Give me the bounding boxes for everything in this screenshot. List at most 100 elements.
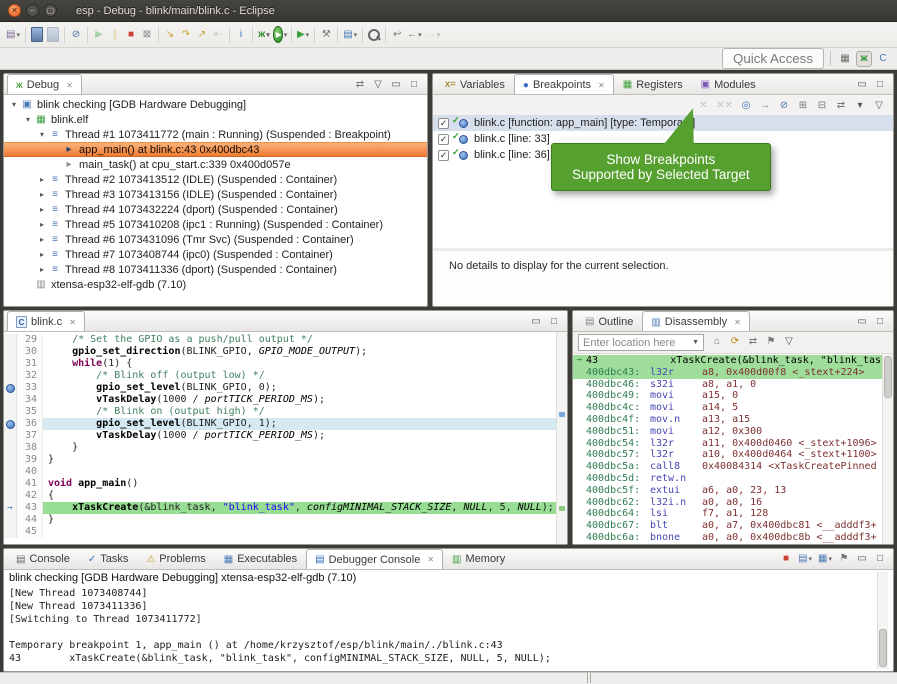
close-tab-icon[interactable]: ✕ <box>598 81 605 90</box>
line-number[interactable]: 38 <box>17 442 43 454</box>
console-body[interactable]: blink checking [GDB Hardware Debugging] … <box>4 570 893 671</box>
debug-tree-item[interactable]: ▥xtensa-esp32-elf-gdb (7.10) <box>4 277 427 292</box>
debug-tree-item[interactable]: ▾▦blink.elf <box>4 112 427 127</box>
link-with-editor-icon[interactable]: ⇄ <box>352 76 368 92</box>
overview-mark-breakpoint[interactable] <box>559 412 565 417</box>
disassembly-row[interactable]: 400dbc62:l32i.na0, a0, 16 <box>573 497 882 509</box>
instruction-pointer-icon[interactable]: → <box>4 502 17 514</box>
maximize-icon[interactable]: □ <box>872 551 888 567</box>
editor-line[interactable]: 32 /* Blink off (output low) */ <box>4 370 556 382</box>
go-to-file-icon[interactable]: → <box>757 97 773 113</box>
debug-icon[interactable]: ж▾ <box>256 27 272 43</box>
debug-tree-item[interactable]: ▸app_main() at blink.c:43 0x400dbc43 <box>4 142 427 157</box>
line-number[interactable]: 37 <box>17 430 43 442</box>
expand-icon[interactable]: ▸ <box>36 250 48 259</box>
editor-line[interactable]: 30 gpio_set_direction(BLINK_GPIO, GPIO_M… <box>4 346 556 358</box>
disconnect-icon[interactable]: ⊠ <box>139 27 155 43</box>
close-tab-icon[interactable]: ✕ <box>734 318 741 327</box>
dropdown-caret-icon[interactable]: ▾ <box>828 555 832 563</box>
tab-outline[interactable]: ▤Outline <box>576 311 642 331</box>
debug-tree-item[interactable]: ▸≡Thread #5 1073410208 (ipc1 : Running) … <box>4 217 427 232</box>
disassembly-row[interactable]: 400dbc51:movia12, 0x300 <box>573 426 882 438</box>
disassembly-row[interactable]: 400dbc64:lsif7, a1, 128 <box>573 508 882 520</box>
editor-line[interactable]: 33 gpio_set_level(BLINK_GPIO, 0); <box>4 382 556 394</box>
code-text[interactable]: /* Set the GPIO as a push/pull output */ <box>43 334 556 346</box>
tab-variables[interactable]: x=Variables <box>436 74 514 94</box>
tab-disassembly[interactable]: ▥Disassembly✕ <box>642 311 750 331</box>
editor-line[interactable]: 36 gpio_set_level(BLINK_GPIO, 1); <box>4 418 556 430</box>
editor-line[interactable]: 41void app_main() <box>4 478 556 490</box>
disassembly-row[interactable]: 400dbc49:movia15, 0 <box>573 390 882 402</box>
scroll-thumb[interactable] <box>879 629 887 667</box>
terminate-icon[interactable]: ■ <box>123 27 139 43</box>
view-menu-icon[interactable]: ▽ <box>781 334 797 350</box>
save-all-icon[interactable] <box>45 27 61 43</box>
overview-ruler[interactable] <box>556 332 567 544</box>
disassembly-row[interactable]: 400dbc6a:bnonea0, a0, 0x400dbc8b <__addd… <box>573 532 882 544</box>
collapse-all-icon[interactable]: ⊟ <box>814 97 830 113</box>
show-breakpoints-supported-icon[interactable]: ◎ <box>738 97 754 113</box>
line-number[interactable]: 45 <box>17 526 43 538</box>
instruction-stepping-icon[interactable]: i <box>233 27 249 43</box>
line-number[interactable]: 41 <box>17 478 43 490</box>
disassembly-row[interactable]: 400dbc67:blta0, a7, 0x400dbc81 <__adddf3… <box>573 520 882 532</box>
skip-all-breakpoints-icon[interactable]: ⊘ <box>68 27 84 43</box>
tab-executables[interactable]: ▦Executables <box>215 549 306 569</box>
editor-line[interactable]: 40 <box>4 466 556 478</box>
editor-body[interactable]: 29 /* Set the GPIO as a push/pull output… <box>4 332 567 544</box>
editor-line[interactable]: 38 } <box>4 442 556 454</box>
suspend-icon[interactable]: ∥ <box>107 27 123 43</box>
maximize-window-icon[interactable]: ▢ <box>44 4 57 17</box>
code-text[interactable]: } <box>43 454 556 466</box>
code-text[interactable] <box>43 526 556 538</box>
tab-console[interactable]: ▤Console <box>7 549 79 569</box>
collapse-icon[interactable]: ▾ <box>8 100 20 109</box>
tab-debug[interactable]: жDebug✕ <box>7 74 82 94</box>
tab-registers[interactable]: ▦Registers <box>614 74 692 94</box>
close-window-icon[interactable]: ✕ <box>8 4 21 17</box>
code-text[interactable]: vTaskDelay(1000 / portTICK_PERIOD_MS); <box>43 430 556 442</box>
cpp-perspective-icon[interactable]: C <box>875 51 891 67</box>
tab-debugger-console[interactable]: ▤Debugger Console✕ <box>306 549 443 569</box>
line-number[interactable]: 34 <box>17 394 43 406</box>
breakpoint-marker-icon[interactable] <box>4 382 17 394</box>
debug-tree-item[interactable]: ▸≡Thread #8 1073411336 (dport) (Suspende… <box>4 262 427 277</box>
disassembly-row[interactable]: 400dbc57:l32ra10, 0x400d0464 <_stext+110… <box>573 449 882 461</box>
expand-icon[interactable]: ▸ <box>36 265 48 274</box>
line-number[interactable]: 36 <box>17 418 43 430</box>
tab-breakpoints[interactable]: ●Breakpoints✕ <box>514 74 614 94</box>
display-selected-console-icon[interactable]: ▤▾ <box>796 551 814 567</box>
overview-mark-current-line[interactable] <box>559 506 565 511</box>
tab-memory[interactable]: ▥Memory <box>443 549 514 569</box>
debug-tree-item[interactable]: ▸≡Thread #6 1073431096 (Tmr Svc) (Suspen… <box>4 232 427 247</box>
editor-line[interactable]: 34 vTaskDelay(1000 / portTICK_PERIOD_MS)… <box>4 394 556 406</box>
editor-line[interactable]: →43 xTaskCreate(&blink_task, "blink_task… <box>4 502 556 514</box>
tab-tasks[interactable]: ✓Tasks <box>79 549 138 569</box>
dropdown-caret-icon[interactable]: ▾ <box>284 31 288 39</box>
breakpoint-marker-icon[interactable] <box>4 418 17 430</box>
code-text[interactable]: gpio_set_direction(BLINK_GPIO, GPIO_MODE… <box>43 346 556 358</box>
search-icon[interactable] <box>366 27 382 43</box>
disassembly-row[interactable]: 400dbc4f:mov.na13, a15 <box>573 414 882 426</box>
scrollbar[interactable] <box>877 572 888 669</box>
view-menu-icon[interactable]: ▽ <box>871 97 887 113</box>
step-into-icon[interactable]: ↘ <box>162 27 178 43</box>
tab-blink-c[interactable]: Cblink.c✕ <box>7 311 85 331</box>
view-menu-icon[interactable]: ▽ <box>370 76 386 92</box>
expand-icon[interactable]: ▸ <box>36 190 48 199</box>
home-icon[interactable]: ⌂ <box>709 334 725 350</box>
sync-selection-icon[interactable]: ⇄ <box>745 334 761 350</box>
code-text[interactable]: /* Blink off (output low) */ <box>43 370 556 382</box>
close-tab-icon[interactable]: ✕ <box>427 555 434 564</box>
location-input[interactable]: Enter location here ▼ <box>578 334 704 351</box>
code-text[interactable]: while(1) { <box>43 358 556 370</box>
code-text[interactable]: vTaskDelay(1000 / portTICK_PERIOD_MS); <box>43 394 556 406</box>
tab-modules[interactable]: ▣Modules <box>692 74 765 94</box>
terminate-icon[interactable]: ■ <box>778 551 794 567</box>
breakpoint-checkbox[interactable]: ✓ <box>438 150 449 161</box>
editor-line[interactable]: 35 /* Blink on (output high) */ <box>4 406 556 418</box>
remove-all-breakpoints-icon[interactable]: ✕✕ <box>714 97 735 113</box>
expand-all-icon[interactable]: ⊞ <box>795 97 811 113</box>
line-number[interactable]: 44 <box>17 514 43 526</box>
line-number[interactable]: 40 <box>17 466 43 478</box>
